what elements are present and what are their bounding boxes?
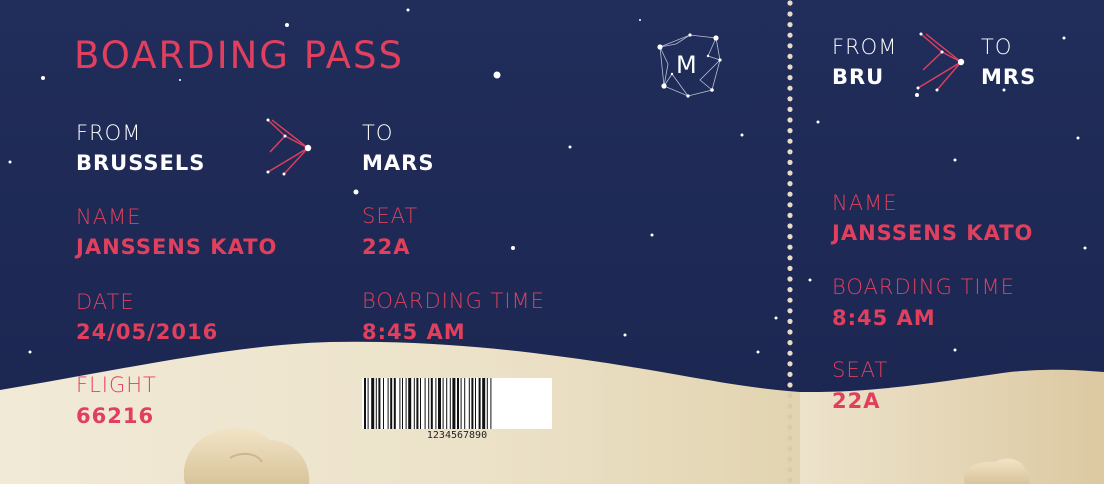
from-value: BRUSSELS bbox=[76, 151, 206, 175]
to-label: TO bbox=[362, 121, 394, 145]
seat-value: 22A bbox=[362, 235, 411, 259]
barcode-number: 1234567890 bbox=[426, 430, 488, 441]
stub-boarding-time-value: 8:45 AM bbox=[832, 306, 936, 330]
name-label: NAME bbox=[76, 205, 142, 229]
stub-from-label: FROM bbox=[832, 35, 898, 59]
stub-arrow-chevrons-icon bbox=[917, 33, 963, 91]
stub-seat-label: SEAT bbox=[832, 358, 889, 382]
flight-label: FLIGHT bbox=[76, 373, 157, 397]
stub-name-value: JANSSENS KATO bbox=[832, 221, 1034, 245]
logo-letter: M bbox=[676, 51, 697, 79]
page-title: BOARDING PASS bbox=[74, 34, 404, 77]
stub-from-value: BRU bbox=[832, 65, 885, 89]
date-value: 24/05/2016 bbox=[76, 320, 219, 344]
boarding-time-value: 8:45 AM bbox=[362, 320, 466, 344]
date-label: DATE bbox=[76, 290, 135, 314]
perforation-line bbox=[787, 0, 793, 6]
boarding-time-label: BOARDING TIME bbox=[362, 289, 545, 313]
to-value: MARS bbox=[362, 151, 435, 175]
from-label: FROM bbox=[76, 121, 142, 145]
boarding-pass-ticket: M BOARDING PASS FROM BRUSSELS TO MARS NA… bbox=[0, 0, 1104, 484]
flight-value: 66216 bbox=[76, 404, 155, 428]
seat-label: SEAT bbox=[362, 204, 419, 228]
stub-name-label: NAME bbox=[832, 191, 898, 215]
sand-dune-stub bbox=[800, 369, 1104, 484]
stub-to-label: TO bbox=[981, 35, 1013, 59]
name-value: JANSSENS KATO bbox=[76, 235, 278, 259]
stub-boarding-time-label: BOARDING TIME bbox=[832, 275, 1015, 299]
stub-seat-value: 22A bbox=[832, 389, 881, 413]
stub-to-value: MRS bbox=[981, 65, 1037, 89]
barcode bbox=[362, 378, 552, 429]
arrow-chevrons-icon bbox=[267, 119, 310, 175]
